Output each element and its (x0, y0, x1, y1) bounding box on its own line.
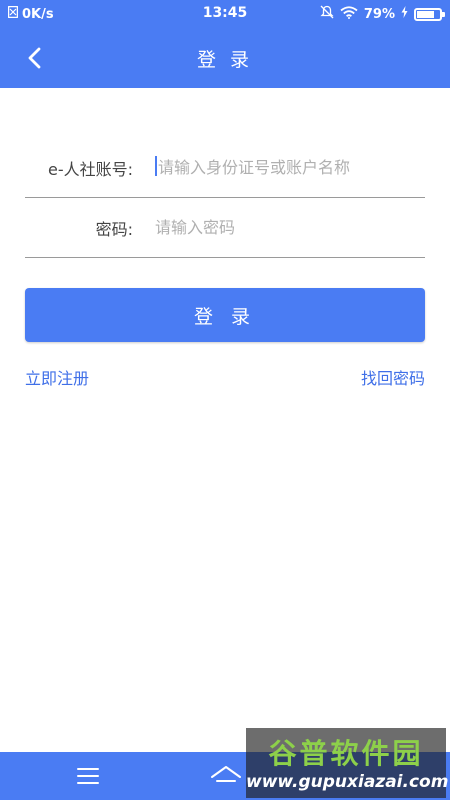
watermark: 谷普软件园 www.gupuxiazai.com (246, 728, 449, 798)
charging-icon (401, 6, 408, 22)
login-button[interactable]: 登 录 (25, 288, 425, 342)
password-label: 密码: (95, 220, 133, 239)
watermark-url: www.gupuxiazai.com (246, 772, 449, 792)
watermark-brand: 谷普软件园 (268, 737, 424, 770)
account-label: e-人社账号: (47, 160, 133, 179)
status-bar: 0K/s 13:45 79% (0, 0, 450, 28)
battery-percent: 79% (363, 6, 395, 22)
app-header: 0K/s 13:45 79% 登 录 (0, 0, 450, 88)
password-row: 密码: (25, 198, 425, 258)
mute-bell-icon (320, 5, 334, 23)
wifi-icon (340, 5, 358, 23)
register-link[interactable]: 立即注册 (25, 365, 89, 389)
account-row: e-人社账号: (25, 138, 425, 198)
page-title: 登 录 (196, 49, 254, 71)
account-input[interactable] (155, 150, 420, 184)
forgot-password-link[interactable]: 找回密码 (361, 365, 425, 389)
nav-bar: 登 录 (0, 28, 450, 88)
status-right: 79% (320, 5, 445, 23)
menu-icon[interactable] (76, 767, 100, 789)
home-icon[interactable] (209, 764, 243, 792)
battery-icon (414, 7, 445, 21)
battery-level (417, 10, 435, 18)
password-input[interactable] (155, 210, 420, 244)
